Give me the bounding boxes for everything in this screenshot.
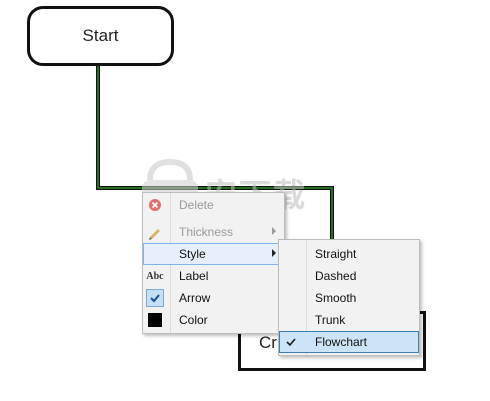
submenu-item-trunk[interactable]: Trunk [279, 309, 419, 331]
delete-icon [145, 195, 165, 215]
submenu-item-dashed[interactable]: Dashed [279, 265, 419, 287]
menu-item-delete[interactable]: Delete [143, 194, 284, 216]
menu-item-style[interactable]: Style [143, 243, 284, 265]
menu-item-color[interactable]: Color [143, 309, 284, 331]
pencil-icon [145, 222, 165, 242]
submenu-item-straight[interactable]: Straight [279, 243, 419, 265]
context-menu: Delete Thickness Style Abc Label Arrow C… [142, 192, 285, 334]
menu-item-label: Color [179, 313, 208, 327]
menu-item-label: Thickness [179, 225, 234, 239]
submenu-item-label: Smooth [315, 291, 357, 305]
checkmark-icon [281, 332, 301, 352]
label-abc-icon: Abc [146, 270, 164, 282]
start-node-label: Start [82, 26, 119, 45]
menu-item-arrow[interactable]: Arrow [143, 287, 284, 309]
submenu-item-smooth[interactable]: Smooth [279, 287, 419, 309]
submenu-item-flowchart[interactable]: Flowchart [279, 331, 419, 353]
submenu-item-label: Dashed [315, 269, 357, 283]
submenu-arrow-icon [272, 227, 276, 235]
style-submenu: Straight Dashed Smooth Trunk Flowchart [278, 239, 420, 356]
submenu-item-label: Flowchart [315, 335, 368, 349]
submenu-arrow-icon [272, 249, 276, 257]
submenu-item-label: Straight [315, 247, 357, 261]
menu-item-label: Style [179, 247, 206, 261]
menu-item-label: Label [179, 269, 209, 283]
checkmark-icon [145, 288, 165, 308]
submenu-item-label: Trunk [315, 313, 346, 327]
process-node-label: Cr [259, 333, 277, 352]
menu-item-label: Arrow [179, 291, 211, 305]
menu-item-label-toggle[interactable]: Abc Label [143, 265, 284, 287]
start-node[interactable]: Start [27, 6, 174, 66]
color-swatch-icon [145, 310, 165, 330]
menu-item-thickness[interactable]: Thickness [143, 221, 284, 243]
menu-item-label: Delete [179, 198, 214, 212]
